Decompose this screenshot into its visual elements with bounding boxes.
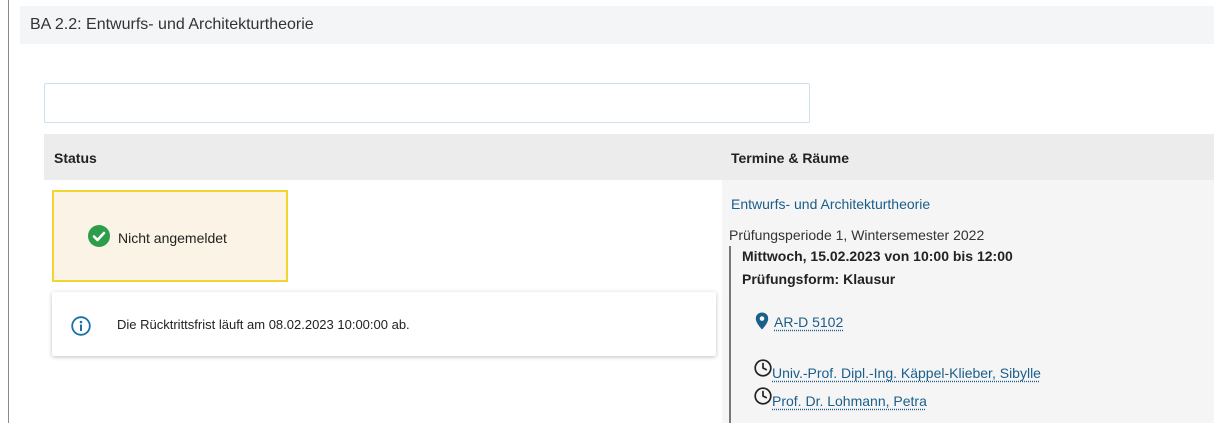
page-title: BA 2.2: Entwurfs- und Architekturtheorie (30, 16, 314, 33)
examiner-link[interactable]: Prof. Dr. Lohmann, Petra (772, 393, 927, 409)
check-circle-icon (88, 225, 110, 247)
status-label: Nicht angemeldet (118, 230, 227, 246)
course-link[interactable]: Entwurfs- und Architekturtheorie (731, 196, 930, 212)
exam-form: Prüfungsform: Klausur (742, 271, 896, 287)
exam-period: Prüfungsperiode 1, Wintersemester 2022 (729, 227, 985, 243)
column-header-termine: Termine & Räume (731, 150, 849, 166)
termine-cell (722, 180, 1214, 423)
map-pin-icon (755, 312, 769, 330)
table-header: Status Termine & Räume (44, 134, 1214, 180)
info-circle-icon (71, 316, 91, 336)
clock-icon (754, 387, 772, 405)
left-border (8, 0, 9, 423)
status-badge: Nicht angemeldet (52, 190, 288, 282)
info-message: Die Rücktrittsfrist läuft am 08.02.2023 … (52, 292, 716, 356)
termine-divider (729, 246, 731, 423)
examiner-link[interactable]: Univ.-Prof. Dipl.-Ing. Käppel-Klieber, S… (772, 365, 1041, 381)
info-text: Die Rücktrittsfrist läuft am 08.02.2023 … (117, 317, 410, 332)
clock-icon (754, 359, 772, 377)
page-title-bar: BA 2.2: Entwurfs- und Architekturtheorie (20, 6, 1214, 44)
search-input[interactable] (44, 83, 810, 123)
column-header-status: Status (54, 150, 97, 166)
room-link[interactable]: AR-D 5102 (774, 314, 843, 330)
exam-date: Mittwoch, 15.02.2023 von 10:00 bis 12:00 (742, 248, 1013, 264)
